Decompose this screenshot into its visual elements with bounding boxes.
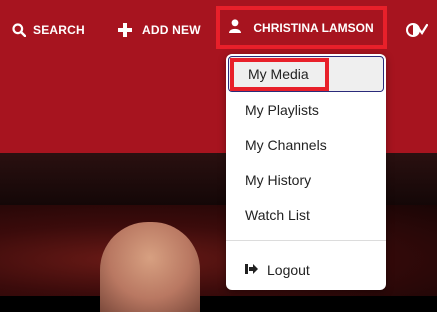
search-button[interactable]: SEARCH (12, 18, 85, 42)
menu-item-label: My Playlists (245, 101, 319, 118)
thumbnail-person (100, 222, 200, 312)
logout-label: Logout (267, 261, 310, 278)
menu-item-logout[interactable]: Logout (226, 252, 386, 287)
user-menu-button[interactable]: CHRISTINA LAMSON (216, 6, 387, 49)
menu-item-label: My Channels (245, 136, 327, 153)
menu-item-my-playlists[interactable]: My Playlists (226, 92, 386, 127)
menu-item-label: My History (245, 171, 312, 188)
user-name: CHRISTINA LAMSON (253, 20, 374, 35)
add-new-button[interactable]: ADD NEW (118, 18, 201, 42)
menu-item-watch-list[interactable]: Watch List (226, 197, 386, 232)
logout-icon (245, 262, 258, 278)
search-icon (12, 23, 26, 37)
menu-divider (226, 240, 386, 241)
contrast-toggle-button[interactable] (406, 18, 428, 42)
user-icon (229, 19, 242, 36)
menu-item-label: Watch List (245, 206, 310, 223)
search-label: SEARCH (33, 23, 85, 37)
menu-item-my-history[interactable]: My History (226, 162, 386, 197)
menu-item-my-channels[interactable]: My Channels (226, 127, 386, 162)
contrast-toggle-icon (406, 23, 428, 37)
plus-icon (118, 23, 132, 37)
selection-highlight (230, 58, 329, 91)
add-new-label: ADD NEW (142, 23, 201, 37)
